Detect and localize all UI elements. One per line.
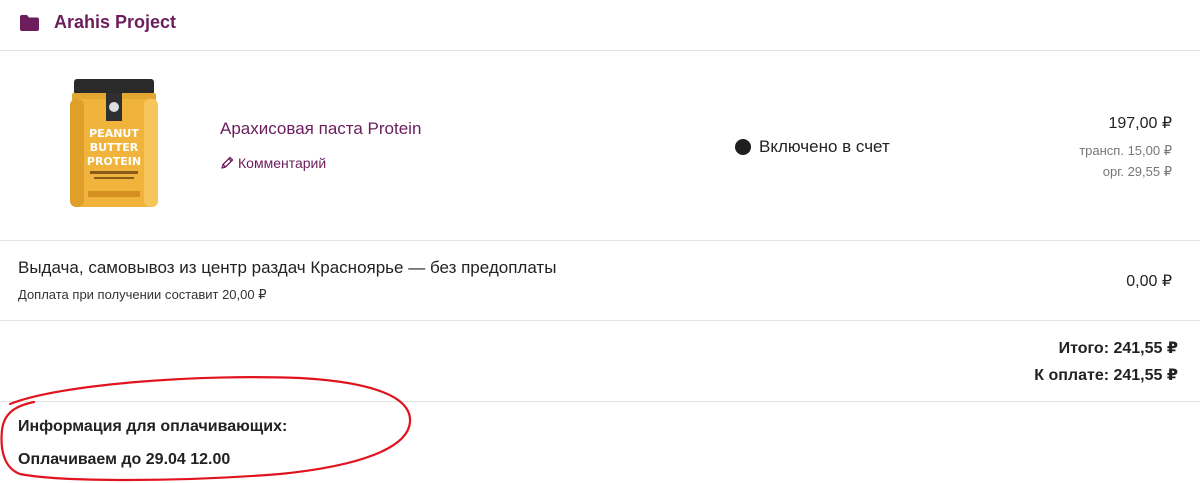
order-total: Итого: 241,55 ₽ [1058,340,1178,357]
pencil-icon [221,156,234,169]
comment-link[interactable]: Комментарий [220,155,326,171]
comment-label: Комментарий [238,155,327,171]
org-fee: орг. 29,55 ₽ [1102,164,1172,179]
totals-section: Итого: 241,55 ₽ К оплате: 241,55 ₽ [0,321,1200,402]
folder-icon [20,15,39,31]
product-image: PEANUT BUTTER PROTEIN [70,79,158,207]
jar-label-line-2: BUTTER [90,141,139,154]
delivery-row: Выдача, самовывоз из центр раздач Красно… [0,241,1200,321]
delivery-title: Выдача, самовывоз из центр раздач Красно… [18,258,557,277]
jar-label-line-1: PEANUT [89,127,139,140]
product-name-link[interactable]: Арахисовая паста Protein [220,119,421,139]
jar-label-line-3: PROTEIN [87,155,141,168]
payment-deadline: Оплачиваем до 29.04 12.00 [18,451,231,468]
payment-info-title: Информация для оплачивающих: [18,418,288,435]
item-price: 197,00 ₽ [1108,115,1172,132]
amount-to-pay: К оплате: 241,55 ₽ [1034,367,1178,384]
delivery-subtitle: Доплата при получении составит 20,00 ₽ [18,287,267,302]
status-label: Включено в счет [759,137,890,156]
item-status: Включено в счет [735,137,890,157]
order-item-row: PEANUT BUTTER PROTEIN Арахисовая паста P… [0,51,1200,241]
delivery-price: 0,00 ₽ [1126,273,1172,290]
order-header: Arahis Project [0,0,1200,51]
transport-fee: трансп. 15,00 ₽ [1079,143,1172,158]
status-dot-icon [735,139,751,155]
project-title[interactable]: Arahis Project [54,12,176,33]
